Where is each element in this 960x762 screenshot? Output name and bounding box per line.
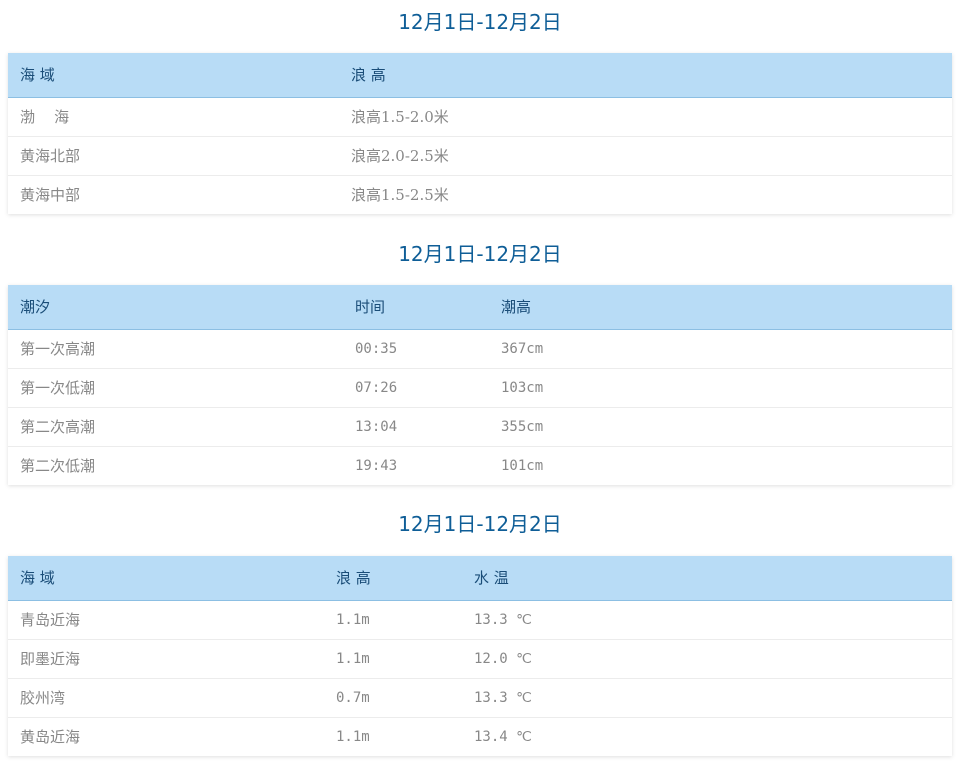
coastal-table: 海 域 浪 高 水 温 青岛近海 1.1m 13.3 ℃ 即墨近海 1.1m 1… [8, 556, 952, 756]
tide-height: 103cm [501, 380, 544, 396]
table-row: 胶州湾 0.7m 13.3 ℃ [8, 679, 952, 718]
tide-height: 367cm [501, 341, 544, 357]
header-sea-area: 海 域 [20, 569, 55, 587]
tide-event: 第一次低潮 [20, 379, 96, 397]
header-sea-area: 海 域 [20, 66, 55, 84]
coastal-section-title: 12月1日-12月2日 [398, 512, 562, 536]
header-tide-height: 潮高 [501, 298, 532, 316]
tide-time: 13:04 [355, 419, 398, 435]
tide-height: 101cm [501, 458, 544, 474]
wave-table: 海 域 浪 高 渤 海 浪高1.5-2.0米 黄海北部 浪高2.0-2.5米 黄… [8, 53, 952, 214]
tide-time: 00:35 [355, 341, 398, 357]
sea-area-name: 青岛近海 [20, 611, 81, 629]
tide-table-header: 潮汐 时间 潮高 [8, 285, 952, 330]
table-row: 第二次低潮 19:43 101cm [8, 447, 952, 485]
sea-area-name: 黄海北部 [20, 147, 81, 165]
water-temp-value: 12.0 ℃ [474, 651, 532, 667]
water-temp-value: 13.4 ℃ [474, 729, 532, 745]
table-row: 黄岛近海 1.1m 13.4 ℃ [8, 718, 952, 756]
tide-event: 第一次高潮 [20, 340, 96, 358]
header-water-temp: 水 温 [474, 569, 509, 587]
wave-height-value: 1.1m [336, 651, 370, 667]
header-time: 时间 [355, 298, 386, 316]
tide-time: 07:26 [355, 380, 398, 396]
sea-area-name: 即墨近海 [20, 650, 81, 668]
wave-height-value: 浪高1.5-2.5米 [351, 186, 449, 204]
tide-event: 第二次低潮 [20, 457, 96, 475]
wave-section-title: 12月1日-12月2日 [398, 10, 562, 34]
table-row: 渤 海 浪高1.5-2.0米 [8, 98, 952, 137]
water-temp-value: 13.3 ℃ [474, 690, 532, 706]
wave-height-value: 浪高1.5-2.0米 [351, 108, 449, 126]
water-temp-value: 13.3 ℃ [474, 612, 532, 628]
wave-height-value: 0.7m [336, 690, 370, 706]
sea-area-name: 胶州湾 [20, 689, 66, 707]
table-row: 第一次高潮 00:35 367cm [8, 330, 952, 369]
tide-time: 19:43 [355, 458, 398, 474]
wave-height-value: 1.1m [336, 729, 370, 745]
table-row: 第二次高潮 13:04 355cm [8, 408, 952, 447]
tide-event: 第二次高潮 [20, 418, 96, 436]
sea-area-name: 黄岛近海 [20, 728, 81, 746]
tide-section-title: 12月1日-12月2日 [398, 242, 562, 266]
table-row: 黄海北部 浪高2.0-2.5米 [8, 137, 952, 176]
wave-table-header: 海 域 浪 高 [8, 53, 952, 98]
tide-height: 355cm [501, 419, 544, 435]
table-row: 黄海中部 浪高1.5-2.5米 [8, 176, 952, 214]
table-row: 第一次低潮 07:26 103cm [8, 369, 952, 408]
coastal-table-header: 海 域 浪 高 水 温 [8, 556, 952, 601]
tide-table: 潮汐 时间 潮高 第一次高潮 00:35 367cm 第一次低潮 07:26 1… [8, 285, 952, 485]
sea-area-name: 黄海中部 [20, 186, 81, 204]
header-tide: 潮汐 [20, 298, 51, 316]
header-wave-height: 浪 高 [351, 66, 386, 84]
sea-area-name: 渤 海 [20, 108, 70, 126]
wave-height-value: 1.1m [336, 612, 370, 628]
header-wave-height: 浪 高 [336, 569, 371, 587]
wave-height-value: 浪高2.0-2.5米 [351, 147, 449, 165]
table-row: 即墨近海 1.1m 12.0 ℃ [8, 640, 952, 679]
table-row: 青岛近海 1.1m 13.3 ℃ [8, 601, 952, 640]
